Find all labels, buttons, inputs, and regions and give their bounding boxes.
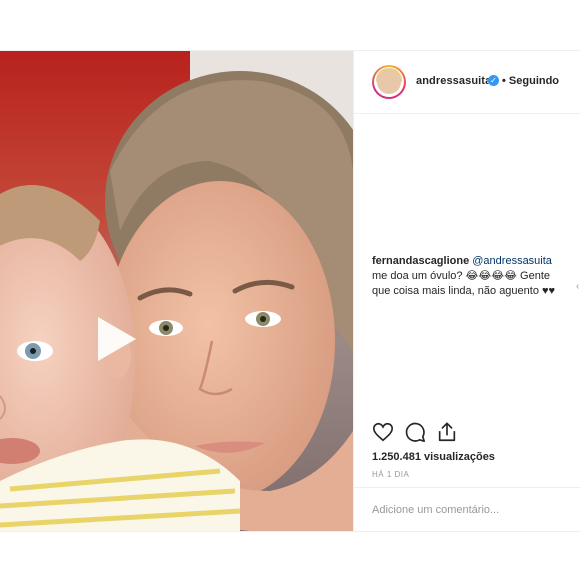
instagram-post: andressasuita ✓ • Seguindo fernandascagl… bbox=[0, 50, 580, 532]
follow-status-label: Seguindo bbox=[508, 75, 560, 87]
view-count[interactable]: 1.250.481 visualizações bbox=[372, 451, 495, 463]
verified-badge-icon: ✓ bbox=[488, 75, 499, 86]
share-icon[interactable] bbox=[436, 421, 458, 443]
avatar[interactable] bbox=[372, 65, 406, 99]
chevron-right-icon[interactable]: ‹ bbox=[576, 281, 579, 292]
post-sidebar: andressasuita ✓ • Seguindo fernandascagl… bbox=[353, 51, 580, 531]
comment-icon[interactable] bbox=[404, 421, 426, 443]
heart-icon[interactable] bbox=[372, 421, 394, 443]
bottom-background bbox=[0, 540, 580, 580]
separator-dot: • bbox=[502, 75, 506, 87]
comment: fernandascaglione @andressasuita me doa … bbox=[372, 254, 562, 299]
username-link[interactable]: andressasuita bbox=[416, 75, 491, 87]
share-glyph bbox=[438, 422, 456, 442]
avatar-image bbox=[374, 67, 404, 97]
top-background bbox=[0, 0, 580, 40]
post-video[interactable] bbox=[0, 51, 353, 531]
post-timestamp[interactable]: HÁ 1 DIA bbox=[372, 470, 409, 479]
add-comment-section bbox=[354, 487, 580, 532]
avatar-face bbox=[377, 70, 401, 94]
comment-glyph bbox=[405, 422, 425, 442]
post-header: andressasuita ✓ • Seguindo bbox=[354, 51, 580, 114]
heart-glyph bbox=[373, 422, 393, 442]
comment-text: me doa um óvulo? 😂😂😂😂 Gente que coisa ma… bbox=[372, 270, 556, 297]
comment-username[interactable]: fernandascaglione bbox=[372, 255, 469, 267]
play-button[interactable] bbox=[88, 311, 144, 367]
action-bar bbox=[372, 421, 492, 445]
comment-mention[interactable]: @andressasuita bbox=[472, 255, 552, 267]
comment-input[interactable] bbox=[372, 502, 562, 518]
video-frame bbox=[0, 51, 353, 531]
follow-status-button[interactable]: • Seguindo bbox=[502, 75, 559, 87]
play-icon bbox=[98, 317, 136, 361]
